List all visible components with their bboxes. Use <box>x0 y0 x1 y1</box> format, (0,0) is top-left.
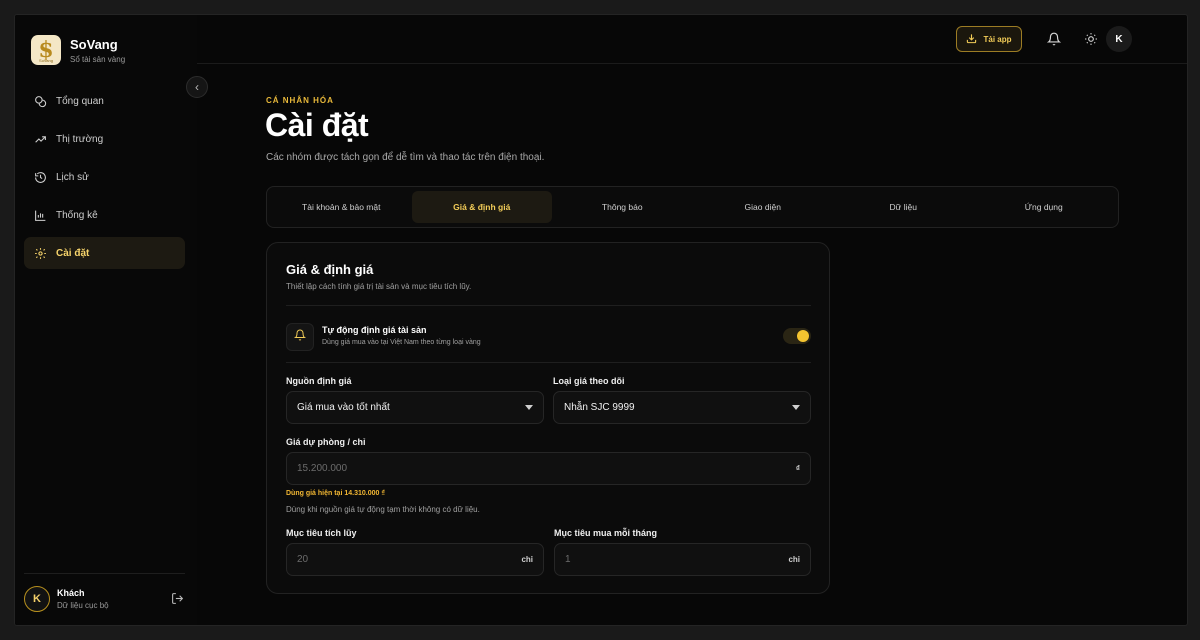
target-unit: chỉ <box>521 555 533 564</box>
price-source-label: Nguồn định giá <box>286 376 352 386</box>
sidebar-item-history[interactable]: Lịch sử <box>24 161 185 193</box>
price-source-select[interactable]: Giá mua vào tốt nhất <box>286 391 544 424</box>
history-icon <box>34 171 47 184</box>
sidebar-item-label: Cài đặt <box>56 247 90 259</box>
brand[interactable]: $ SoVang SoVang Sổ tài sản vàng <box>31 35 125 65</box>
page-title: Cài đặt <box>265 107 369 143</box>
logout-icon[interactable] <box>171 592 185 606</box>
sidebar-nav: Tổng quan Thị trường Lịch sử Thống kê Cà… <box>24 85 185 275</box>
monthly-target-input[interactable]: 1 chỉ <box>554 543 811 576</box>
sidebar: $ SoVang SoVang Sổ tài sản vàng Tổng qua… <box>15 15 197 625</box>
fallback-price-input[interactable]: 15.200.000 ₫ <box>286 452 811 485</box>
bell-icon <box>293 328 307 346</box>
chevron-down-icon <box>792 405 800 410</box>
tab-data[interactable]: Dữ liệu <box>833 191 974 223</box>
sidebar-item-label: Thị trường <box>56 133 104 145</box>
brand-name: SoVang <box>70 36 118 52</box>
sidebar-item-label: Tổng quan <box>56 95 104 107</box>
tab-account-security[interactable]: Tài khoản & bảo mật <box>271 191 412 223</box>
fallback-price-placeholder: 15.200.000 <box>297 463 348 474</box>
fallback-price-label: Giá dự phòng / chỉ <box>286 437 366 447</box>
auto-price-toggle[interactable] <box>783 328 811 344</box>
brand-subtitle: Sổ tài sản vàng <box>70 54 126 64</box>
user-subtitle: Dữ liệu cục bộ <box>57 600 109 610</box>
price-type-select[interactable]: Nhẫn SJC 9999 <box>553 391 811 424</box>
header-avatar[interactable]: K <box>1106 26 1132 52</box>
user-profile: K Khách Dữ liệu cục bộ <box>24 573 185 612</box>
auto-price-subtitle: Dùng giá mua vào tại Việt Nam theo từng … <box>322 339 481 346</box>
brand-logo: $ SoVang <box>31 35 61 65</box>
tab-notifications[interactable]: Thông báo <box>552 191 693 223</box>
price-type-label: Loại giá theo dõi <box>553 376 625 386</box>
sidebar-item-settings[interactable]: Cài đặt <box>24 237 185 269</box>
sidebar-item-market[interactable]: Thị trường <box>24 123 185 155</box>
divider <box>286 362 811 363</box>
fallback-price-note: Dùng khi nguồn giá tự động tạm thời khôn… <box>286 505 480 514</box>
current-price-hint: Dùng giá hiện tại 14.310.000 ₫ <box>286 490 385 497</box>
chevron-left-icon: ‹ <box>195 80 199 94</box>
app-window: $ SoVang SoVang Sổ tài sản vàng Tổng qua… <box>14 14 1188 626</box>
sidebar-item-overview[interactable]: Tổng quan <box>24 85 185 117</box>
download-app-button[interactable]: Tải app <box>956 26 1022 52</box>
target-placeholder: 20 <box>297 554 309 565</box>
auto-price-icon-box <box>286 323 314 351</box>
price-source-value: Giá mua vào tốt nhất <box>297 402 390 413</box>
notification-bell-icon[interactable] <box>1047 32 1061 46</box>
user-name: Khách <box>57 587 85 598</box>
monthly-target-placeholder: 1 <box>565 554 571 565</box>
target-input[interactable]: 20 chỉ <box>286 543 544 576</box>
top-bar: Tải app K <box>197 15 1187 64</box>
sidebar-collapse-button[interactable]: ‹ <box>186 76 208 98</box>
theme-sun-icon[interactable] <box>1084 32 1098 46</box>
card-title: Giá & định giá <box>286 262 374 277</box>
target-label: Mục tiêu tích lũy <box>286 528 357 538</box>
avatar[interactable]: K <box>24 585 50 612</box>
divider <box>286 305 811 306</box>
pricing-settings-card: Giá & định giá Thiết lập cách tính giá t… <box>266 242 830 594</box>
chevron-down-icon <box>525 405 533 410</box>
monthly-target-unit: chỉ <box>788 555 800 564</box>
gear-icon <box>34 247 47 260</box>
card-subtitle: Thiết lập cách tính giá trị tài sản và m… <box>286 282 472 291</box>
trending-up-icon <box>34 133 47 146</box>
price-type-value: Nhẫn SJC 9999 <box>564 402 635 413</box>
currency-unit: ₫ <box>795 464 800 473</box>
tab-pricing[interactable]: Giá & định giá <box>411 191 552 223</box>
auto-price-title: Tự động định giá tài sản <box>322 325 427 335</box>
page-eyebrow: CÁ NHÂN HÓA <box>266 96 334 105</box>
monthly-target-label: Mục tiêu mua mỗi tháng <box>554 528 658 538</box>
coins-icon <box>34 95 47 108</box>
toggle-knob <box>797 330 809 342</box>
brand-logo-text: SoVang <box>39 58 53 63</box>
bar-chart-icon <box>34 209 47 222</box>
download-app-label: Tải app <box>983 34 1012 44</box>
sidebar-item-stats[interactable]: Thống kê <box>24 199 185 231</box>
sidebar-item-label: Lịch sử <box>56 171 89 183</box>
sidebar-item-label: Thống kê <box>56 209 98 221</box>
page-description: Các nhóm được tách gọn để dễ tìm và thao… <box>266 152 545 163</box>
tab-application[interactable]: Ứng dụng <box>974 191 1115 223</box>
tab-appearance[interactable]: Giao diện <box>693 191 834 223</box>
settings-tabs: Tài khoản & bảo mật Giá & định giá Thông… <box>266 186 1119 228</box>
download-icon <box>966 33 977 46</box>
